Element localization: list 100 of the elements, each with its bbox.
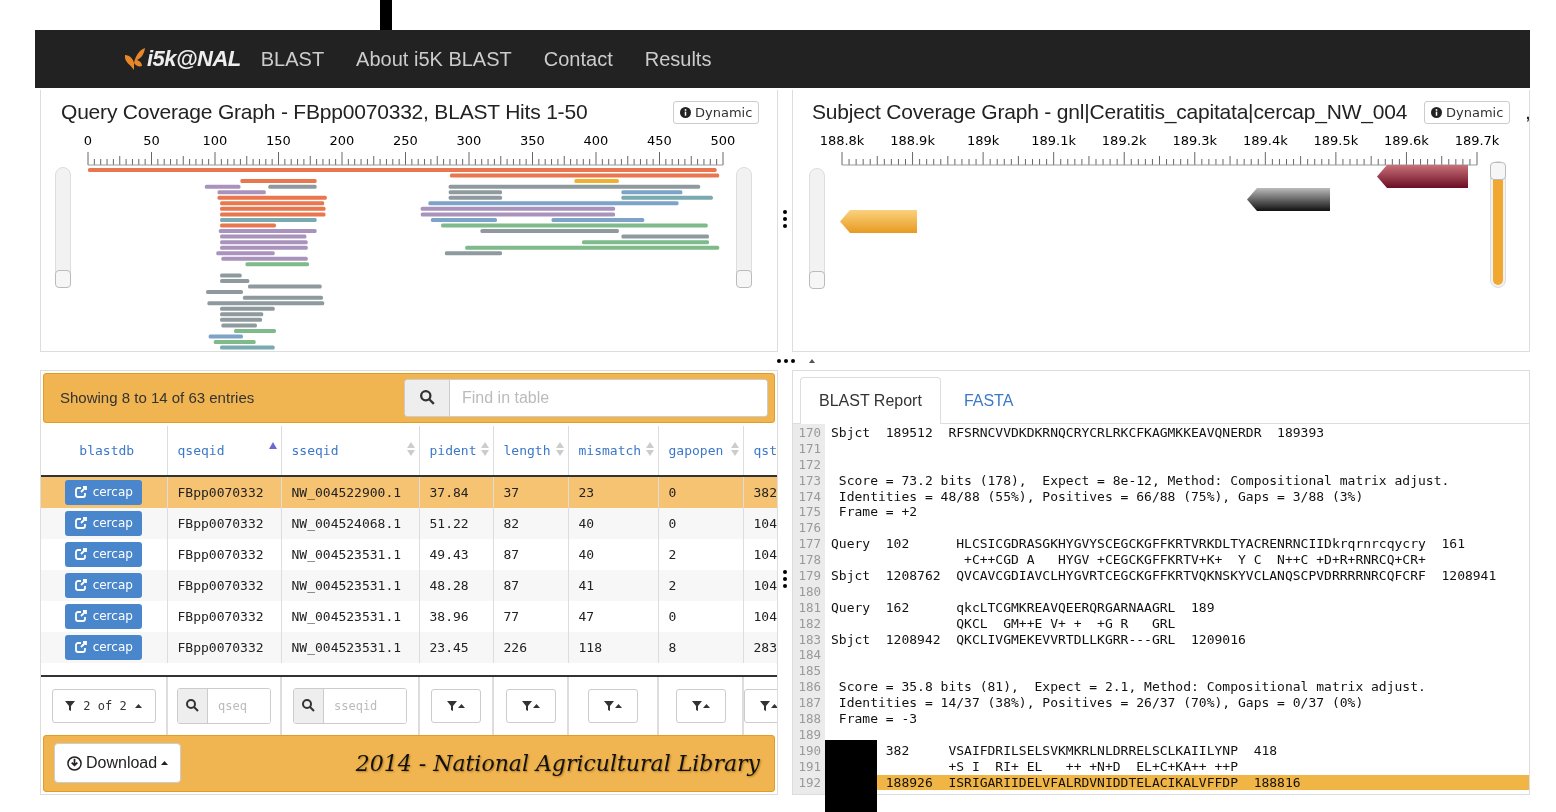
column-header[interactable]: length	[493, 425, 568, 476]
slider-thumb[interactable]	[736, 270, 752, 288]
table-cell: NW_004523531.1	[281, 538, 419, 570]
info-icon	[680, 106, 691, 118]
vertical-splitter-handle-icon[interactable]	[783, 570, 787, 588]
column-header[interactable]: blastdb	[41, 425, 167, 476]
database-link-button[interactable]: cercap	[65, 479, 143, 505]
table-cell: 23	[568, 476, 658, 508]
column-search-field[interactable]: qseq	[177, 687, 271, 724]
table-cell: FBpp0070332	[167, 600, 281, 632]
zoom-slider[interactable]	[809, 168, 825, 288]
axis-label: 189k	[966, 133, 1000, 148]
table-row[interactable]: cercap FBpp0070332 NW_004524068.1 51.22 82 40 0 104	[41, 507, 777, 539]
caret-icon	[702, 703, 710, 708]
column-header[interactable]: gapopen	[658, 425, 743, 476]
dynamic-button[interactable]: Dynamic	[1424, 100, 1511, 124]
database-link-button[interactable]: cercap	[65, 572, 143, 598]
hit-arrow[interactable]	[1247, 188, 1330, 211]
table-cell: 8	[658, 631, 743, 663]
nav-link[interactable]: Contact	[527, 47, 629, 71]
column-filter-button[interactable]	[505, 688, 556, 723]
table-cell: 38.96	[419, 600, 493, 632]
nav-link[interactable]: About i5K BLAST	[340, 47, 528, 71]
column-filter-button[interactable]	[431, 688, 481, 723]
download-icon	[67, 755, 82, 771]
graph-title: Query Coverage Graph - FBpp0070332, BLAST Hits 1-50	[61, 100, 588, 124]
slider-thumb[interactable]	[809, 271, 825, 289]
table-cell: 48.28	[419, 569, 493, 601]
table-cell: 0	[658, 600, 743, 632]
report-line: Sbjct 1208942 QKCLIVGMEKEVVRTDLLKGRR---GRL 1209016	[830, 631, 1246, 648]
info-icon	[1431, 106, 1442, 118]
table-cell: 40	[568, 538, 658, 570]
table-cell: 226	[493, 631, 568, 663]
caret-icon	[161, 761, 169, 766]
axis-label: 189.3k	[1172, 133, 1218, 148]
table-cell: NW_004523531.1	[281, 569, 419, 601]
zoom-slider[interactable]	[55, 167, 71, 287]
column-header[interactable]: sseqid	[281, 425, 419, 476]
column-search-field[interactable]: sseqid	[293, 687, 407, 724]
database-link-button[interactable]: cercap	[65, 510, 143, 536]
table-cell: 23.45	[419, 631, 493, 663]
report-line: Sbjct 1208762 QVCAVCGDIAVCLHYGVRTCEGCKGFFKRTVQKNSKYVCLANQSCPVDRRRRNRCQFCRF 1208941	[830, 568, 1497, 584]
report-line: Sbjct 189512 RFSRNCVVDKDKRNQCRYCRLRKCFKAGMKKEAVQNERDR 189393	[830, 425, 1325, 441]
database-link-button[interactable]: cercap	[65, 603, 143, 629]
report-line: +C++CGD A HYGV +CEGCKGFFKRTV+K+ Y C N++C +D+R+RNRCQ+CR+	[963, 552, 1426, 568]
download-button[interactable]: Download	[54, 743, 182, 784]
column-header[interactable]: mismatch	[568, 425, 658, 476]
table-row[interactable]: cercap FBpp0070332 NW_004523531.1 23.45 226 118 8 283	[41, 631, 777, 663]
table-cell: 2	[658, 538, 743, 570]
slider-thumb[interactable]	[1490, 162, 1506, 180]
vertical-splitter-handle-icon[interactable]	[783, 210, 787, 228]
column-filter-button[interactable]	[588, 688, 638, 723]
caret-icon	[615, 703, 622, 708]
dynamic-button[interactable]: Dynamic	[673, 100, 760, 124]
column-header[interactable]: qst	[743, 425, 777, 476]
axis-label: 189.2k	[1101, 133, 1147, 148]
table-search-field[interactable]: Find in table	[404, 378, 768, 417]
collapse-caret-icon[interactable]	[809, 359, 815, 363]
zoom-slider[interactable]	[1490, 161, 1506, 288]
table-row[interactable]: cercap FBpp0070332 NW_004523531.1 48.28 87 41 2 104	[41, 569, 777, 601]
logo-text[interactable]: i5k@NAL	[147, 46, 241, 72]
database-link-button[interactable]: cercap	[65, 634, 143, 660]
hit-arrow[interactable]	[1377, 165, 1468, 188]
table-cell: 118	[568, 631, 658, 663]
nav-link[interactable]: Results	[628, 47, 728, 71]
report-line: Query 102 HLCSICGDRASGKHYGVYSCEGCKGFFKRTVRKDLTYACRENRNCIIDkrqrnrcqycry 161	[830, 536, 1465, 553]
table-cell: 37	[493, 476, 568, 508]
filter-icon	[521, 699, 532, 712]
nav-link[interactable]: BLAST	[244, 47, 341, 71]
axis-label: 189.7k	[1454, 133, 1500, 148]
column-filter-dropdown[interactable]: 2 of 2	[51, 688, 156, 723]
external-link-icon	[74, 579, 87, 592]
report-line: Frame = +2	[837, 504, 918, 521]
tab[interactable]: BLAST Report	[800, 377, 941, 424]
axis-label: 189.4k	[1242, 133, 1288, 148]
table-cell: 40	[568, 507, 658, 539]
tab[interactable]: FASTA	[944, 377, 1033, 424]
axis-label: 300	[456, 133, 482, 148]
slider-thumb[interactable]	[55, 270, 71, 288]
table-row[interactable]: cercap FBpp0070332 NW_004523531.1 49.43 87 40 2 104	[41, 538, 777, 570]
column-header[interactable]: pident	[419, 425, 493, 476]
horizontal-splitter-handle-icon[interactable]	[777, 359, 795, 363]
axis-label: 189.1k	[1031, 133, 1077, 148]
external-link-icon	[74, 610, 87, 623]
title-tail: ,	[1525, 100, 1529, 124]
table-row[interactable]: cercap FBpp0070332 NW_004522900.1 37.84 37 23 0 382	[41, 476, 777, 508]
report-line: Identities = 14/37 (38%), Positives = 26/37 (70%), Gaps = 0/37 (0%)	[837, 695, 1364, 712]
axis-label: 189.6k	[1384, 133, 1429, 148]
axis-label: 150	[266, 133, 291, 148]
report-line: Score = 73.2 bits (178), Expect = 8e-12, Method: Compositional matrix adjust.	[837, 472, 1450, 489]
database-link-button[interactable]: cercap	[65, 541, 143, 567]
search-icon	[302, 699, 315, 713]
table-row[interactable]: cercap FBpp0070332 NW_004523531.1 38.96 77 47 0 104	[41, 600, 777, 632]
axis-label: 189.5k	[1313, 133, 1359, 148]
column-header[interactable]: qseqid	[167, 425, 281, 476]
zoom-slider[interactable]	[736, 167, 752, 287]
table-cell: 104	[743, 569, 777, 601]
column-filter-button[interactable]	[675, 688, 726, 723]
axis-label: 450	[647, 133, 672, 148]
caret-icon	[134, 703, 142, 708]
